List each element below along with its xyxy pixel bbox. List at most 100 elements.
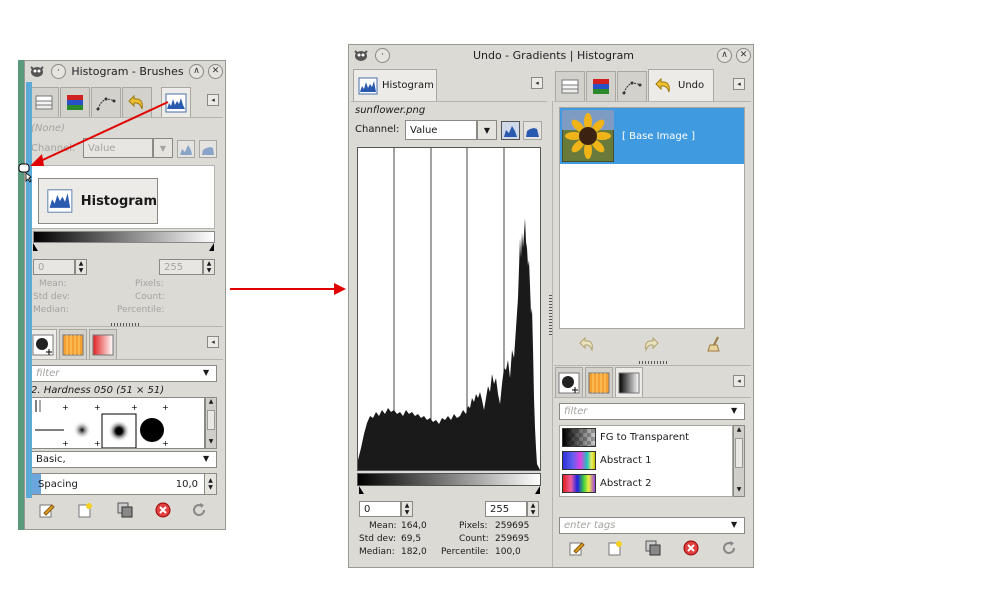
range-marker-high[interactable] — [535, 486, 540, 494]
right-titlebar[interactable]: · Undo - Gradients | Histogram ∧ ✕ — [349, 45, 753, 65]
range-low-spinner[interactable]: ▲ ▼ — [75, 259, 87, 275]
range-high-input[interactable]: 255 — [159, 259, 203, 275]
dock-menu-button[interactable]: ◂ — [207, 94, 219, 106]
duplicate-brush-button[interactable] — [115, 501, 135, 519]
histogram-tab[interactable]: Histogram — [353, 69, 437, 101]
brush-filter-dropdown-icon[interactable]: ▼ — [203, 368, 209, 377]
value-gradient-bar — [357, 473, 541, 486]
duplicate-gradient-button[interactable] — [643, 539, 663, 557]
tab-paths[interactable] — [617, 71, 647, 101]
delete-gradient-button[interactable] — [681, 539, 701, 557]
delete-icon — [683, 540, 699, 556]
gradient-list[interactable]: FG to Transparent Abstract 1 Abstract 2 — [559, 425, 733, 497]
left-range-marker-low[interactable] — [33, 243, 38, 251]
histogram-plot[interactable] — [357, 147, 541, 471]
gradient-item[interactable]: FG to Transparent — [560, 426, 732, 449]
menu-icon[interactable]: · — [375, 47, 390, 63]
log-histogram-button[interactable] — [523, 121, 542, 140]
refresh-gradients-button[interactable] — [719, 539, 739, 557]
gradients-icon — [92, 334, 114, 355]
gradients-dock-menu-button[interactable]: ◂ — [733, 375, 745, 387]
range-low-input[interactable]: 0 — [359, 501, 401, 517]
drag-cursor-icon — [18, 163, 32, 183]
gradient-tags-input[interactable]: enter tags — [559, 517, 745, 534]
duplicate-icon — [645, 540, 661, 556]
brush-previews[interactable]: + + + + + + + — [32, 398, 205, 449]
channel-dropdown-button[interactable]: ▼ — [477, 120, 497, 140]
tab-undo[interactable]: Undo — [648, 69, 714, 101]
undo-button[interactable] — [577, 335, 597, 353]
percentile-value: 100,0 — [495, 547, 521, 557]
tab-patterns[interactable] — [59, 329, 87, 359]
tab-gradients[interactable] — [615, 367, 643, 397]
tab-gradients[interactable] — [89, 329, 117, 359]
gradient-item[interactable]: Abstract 1 — [560, 449, 732, 472]
undo-icon — [579, 336, 593, 352]
duplicate-icon — [117, 502, 133, 518]
minimize-button[interactable]: ∧ — [189, 63, 204, 79]
brush-grid-scrollbar[interactable]: ▲ ▼ — [205, 397, 217, 449]
brushes-menu-button[interactable]: ◂ — [207, 336, 219, 348]
preset-dropdown-icon[interactable]: ▼ — [203, 454, 209, 463]
patterns-icon — [588, 372, 610, 393]
std-label: Std dev: — [33, 292, 70, 302]
gradients-icon — [618, 372, 640, 393]
undo-dock-menu-button[interactable]: ◂ — [733, 78, 745, 90]
range-low-input[interactable]: 0 — [33, 259, 75, 275]
gradient-filter-input[interactable]: filter — [559, 403, 745, 420]
tab-brushes[interactable] — [29, 329, 57, 359]
left-range-marker-high[interactable] — [209, 243, 214, 251]
edit-icon — [39, 504, 55, 518]
right-window-title: Undo - Gradients | Histogram — [472, 48, 635, 62]
delete-icon — [155, 502, 171, 518]
delete-brush-button[interactable] — [153, 501, 173, 519]
histogram-tab-underline — [351, 101, 547, 102]
minimize-button[interactable]: ∧ — [717, 47, 732, 63]
undo-history-item[interactable]: [ Base Image ] — [560, 108, 744, 164]
edit-brush-button[interactable] — [37, 501, 57, 519]
range-marker-low[interactable] — [359, 486, 364, 494]
range-high-input[interactable]: 255 — [485, 501, 527, 517]
column-separator — [552, 101, 553, 567]
gradient-list-scrollbar[interactable]: ▲ ▼ — [733, 425, 745, 497]
range-low-spinner[interactable]: ▲ ▼ — [401, 501, 413, 517]
tab-layers[interactable] — [555, 71, 585, 101]
log-histogram-button[interactable] — [199, 140, 217, 158]
linear-histogram-button[interactable] — [501, 121, 520, 140]
histogram-graph[interactable] — [358, 148, 540, 470]
brush-preset-select[interactable]: Basic, — [31, 451, 217, 468]
range-high-spinner[interactable]: ▲ ▼ — [203, 259, 215, 275]
svg-text:+: + — [62, 403, 69, 412]
left-titlebar[interactable]: · Histogram - Brushes ∧ ✕ — [25, 61, 225, 81]
channel-select[interactable]: Value — [405, 120, 477, 140]
median-label: Median: — [359, 547, 395, 557]
spacing-value: 10,0 — [175, 479, 198, 490]
range-high-spinner[interactable]: ▲ ▼ — [527, 501, 539, 517]
sunflower-thumbnail — [562, 110, 614, 162]
redo-button[interactable] — [641, 335, 661, 353]
brush-filter-input[interactable]: filter — [31, 365, 217, 382]
gradient-filter-dropdown-icon[interactable]: ▼ — [731, 406, 737, 415]
close-button[interactable]: ✕ — [208, 63, 223, 79]
count-label: Count: — [135, 292, 165, 302]
tab-channels[interactable] — [586, 71, 616, 101]
undo-history-list[interactable]: [ Base Image ] — [559, 107, 745, 329]
gradient-item[interactable]: Abstract 2 — [560, 472, 732, 495]
new-brush-button[interactable] — [75, 501, 95, 519]
spacing-slider[interactable]: Spacing 10,0 ▲ ▼ — [31, 473, 217, 495]
menu-icon[interactable]: · — [51, 63, 66, 79]
refresh-brushes-button[interactable] — [189, 501, 209, 519]
brush-grid[interactable]: + + + + + + + — [31, 397, 205, 449]
gradient-swatch-abstract-2 — [562, 474, 596, 493]
edit-gradient-button[interactable] — [567, 539, 587, 557]
histogram-dock-menu-button[interactable]: ◂ — [531, 77, 543, 89]
channels-icon — [593, 78, 609, 94]
new-gradient-button[interactable] — [605, 539, 625, 557]
tab-patterns[interactable] — [585, 367, 613, 397]
close-button[interactable]: ✕ — [736, 47, 751, 63]
count-value: 259695 — [495, 534, 530, 544]
tab-brushes[interactable] — [555, 367, 583, 397]
gradient-tags-dropdown-icon[interactable]: ▼ — [731, 520, 737, 529]
undo-separator-handle[interactable] — [639, 361, 669, 364]
clear-history-button[interactable] — [705, 335, 725, 353]
